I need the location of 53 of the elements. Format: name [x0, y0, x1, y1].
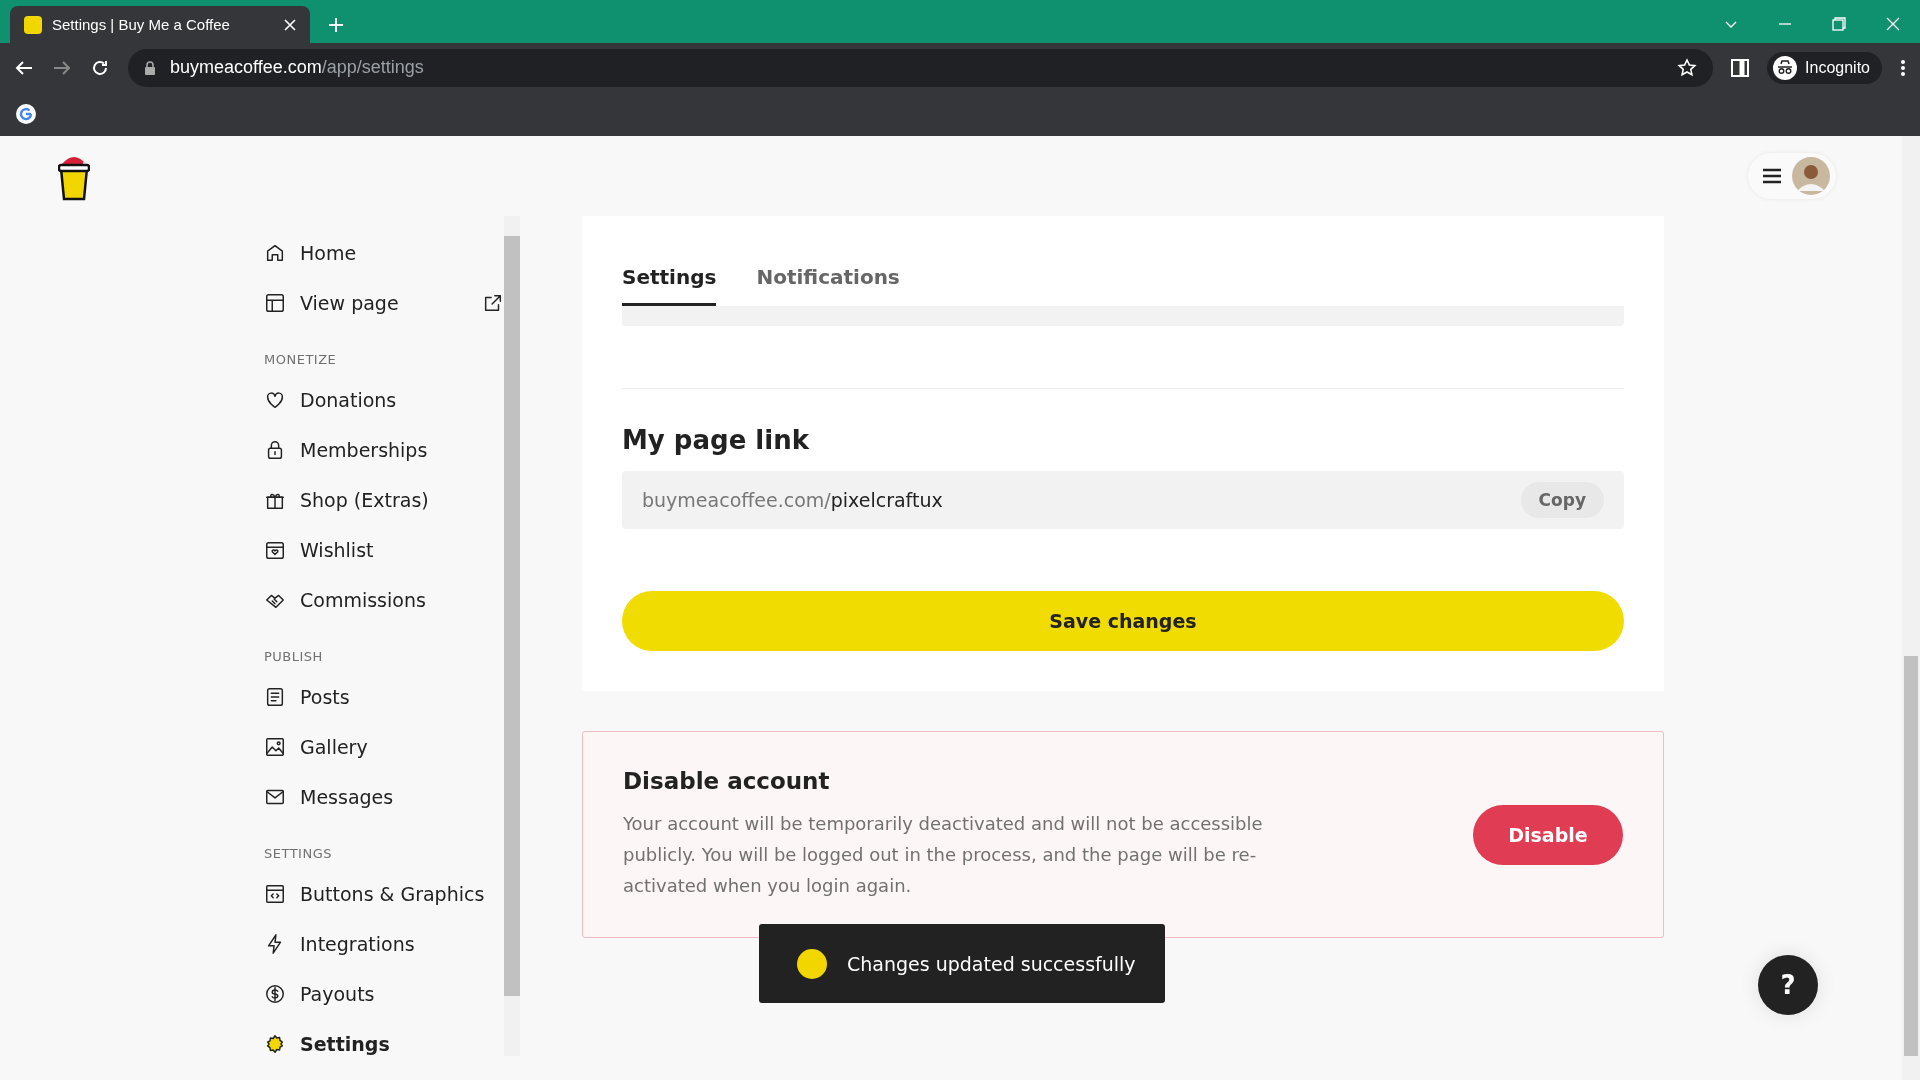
section-heading: SETTINGS	[264, 845, 333, 863]
restore-icon[interactable]	[1832, 17, 1846, 31]
section-heading: Disable account	[623, 768, 831, 794]
sidebar-item[interactable]: View page	[264, 278, 504, 328]
sidebar-item[interactable]: Donations	[264, 375, 504, 425]
address-bar[interactable]: buymeacoffee.com/app/settings	[128, 48, 1714, 87]
tab[interactable]: Notifications	[756, 265, 900, 306]
disable-button[interactable]: Disable	[1473, 804, 1623, 865]
sidebar-item[interactable]: Settings	[264, 1019, 504, 1069]
code-window-icon	[264, 883, 286, 905]
sidebar-item[interactable]: Commissions	[264, 575, 504, 625]
incognito-icon	[1773, 55, 1798, 80]
favicon-icon	[24, 15, 42, 34]
scrollbar[interactable]	[1902, 136, 1920, 1080]
help-button[interactable]: ?	[1758, 955, 1818, 1015]
scrollbar[interactable]	[504, 216, 520, 1056]
star-icon[interactable]	[1677, 57, 1698, 78]
document-icon	[264, 686, 286, 708]
sidebar-item[interactable]: Messages	[264, 772, 504, 822]
browser-tab[interactable]: Settings | Buy Me a Coffee	[10, 6, 310, 43]
heart-icon	[264, 389, 286, 411]
account-menu[interactable]	[1748, 153, 1836, 199]
menu-icon	[1762, 168, 1782, 184]
dollar-icon	[264, 983, 286, 1005]
sidebar-item[interactable]: Gallery	[264, 722, 504, 772]
google-icon[interactable]	[16, 104, 36, 124]
lock-icon	[144, 60, 156, 75]
section-heading: My page link	[622, 425, 810, 455]
new-tab-icon[interactable]	[328, 17, 344, 33]
copy-button[interactable]: Copy	[1520, 482, 1604, 518]
toast-message: Changes updated successfully	[847, 952, 1136, 975]
section-heading: MONETIZE	[264, 351, 338, 369]
sidebar-item[interactable]: Memberships	[264, 425, 504, 475]
sidebar-item[interactable]: Wishlist	[264, 525, 504, 575]
more-icon[interactable]	[1900, 58, 1906, 77]
close-icon[interactable]	[284, 18, 296, 31]
incognito-profile[interactable]: Incognito	[1767, 51, 1882, 84]
sidebar-item[interactable]: Payouts	[264, 969, 504, 1019]
section-heading: PUBLISH	[264, 648, 324, 666]
page-link-field[interactable]: buymeacoffee.com/pixelcraftux Copy	[622, 471, 1624, 529]
sidebar-item[interactable]: Posts	[264, 672, 504, 722]
sidebar-item[interactable]: Home	[264, 228, 504, 278]
layout-icon	[264, 292, 286, 314]
home-icon	[264, 242, 286, 264]
sidebar-item[interactable]: Integrations	[264, 919, 504, 969]
sidebar-item[interactable]: Shop (Extras)	[264, 475, 504, 525]
description: Your account will be temporarily deactivated and will not be accessible publicly. You will be logged out in the process, and the page will be re-activated when you login again.	[623, 812, 1263, 898]
status-dot	[797, 948, 827, 979]
side-panel-icon[interactable]	[1731, 58, 1750, 77]
sidebar-item[interactable]: Buttons & Graphics	[264, 869, 504, 919]
avatar-icon	[1792, 157, 1830, 195]
image-icon	[264, 736, 286, 758]
save-button[interactable]: Save changes	[622, 591, 1624, 651]
